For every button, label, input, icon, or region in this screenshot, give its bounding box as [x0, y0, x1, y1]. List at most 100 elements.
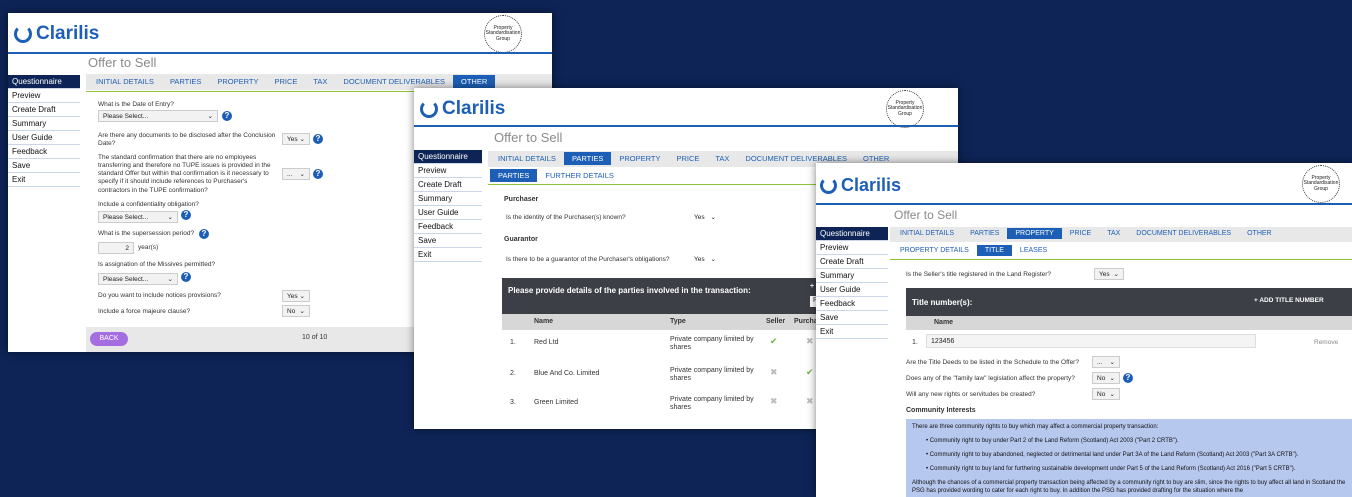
new-rights-select[interactable]: No ⌄	[1092, 388, 1120, 400]
sidebar-item-exit[interactable]: Exit	[414, 248, 482, 262]
cross-icon: ✖	[806, 396, 814, 406]
tab-price[interactable]: PRICE	[1062, 228, 1099, 239]
tab-other[interactable]: OTHER	[452, 75, 496, 88]
title-deeds-select[interactable]: ... ⌄	[1092, 356, 1120, 368]
chevron-down-icon: ⌄	[1109, 391, 1115, 398]
sidebar-item-questionnaire[interactable]: Questionnaire	[414, 150, 482, 164]
sidebar-item-create-draft[interactable]: Create Draft	[816, 255, 888, 269]
sidebar-item-exit[interactable]: Exit	[816, 325, 888, 339]
sidebar-item-questionnaire[interactable]: Questionnaire	[8, 75, 80, 89]
subtab-title[interactable]: TITLE	[976, 245, 1012, 256]
tab-parties[interactable]: PARTIES	[962, 228, 1007, 239]
tab-property[interactable]: PROPERTY	[1007, 228, 1062, 239]
select-value: Please Select...	[103, 275, 149, 283]
check-icon: ✔	[770, 336, 778, 346]
ci-bullet: • Community right to buy abandoned, negl…	[926, 452, 1299, 459]
subtab-underline	[890, 259, 1352, 260]
question-force-majeure: Include a force majeure clause?	[98, 308, 191, 315]
tab-initial-details[interactable]: INITIAL DETAILS	[88, 75, 162, 88]
help-icon[interactable]: ?	[313, 134, 323, 144]
select-value: Yes	[287, 135, 298, 143]
add-title-number-button[interactable]: + ADD TITLE NUMBER	[1254, 297, 1324, 305]
tab-document-deliverables[interactable]: DOCUMENT DELIVERABLES	[1128, 228, 1239, 239]
tab-price[interactable]: PRICE	[668, 152, 707, 165]
sidebar-item-user-guide[interactable]: User Guide	[816, 283, 888, 297]
documents-disclosed-select[interactable]: Yes ⌄	[282, 133, 310, 145]
force-majeure-select[interactable]: No ⌄	[282, 305, 310, 317]
tab-property[interactable]: PROPERTY	[209, 75, 266, 88]
sidebar-item-user-guide[interactable]: User Guide	[8, 131, 80, 145]
tab-initial-details[interactable]: INITIAL DETAILS	[892, 228, 962, 239]
sidebar-item-save[interactable]: Save	[8, 159, 80, 173]
sidebar-item-preview[interactable]: Preview	[816, 241, 888, 255]
help-icon[interactable]: ?	[313, 169, 323, 179]
remove-link[interactable]: Remove	[1314, 339, 1338, 347]
tab-property[interactable]: PROPERTY	[611, 152, 668, 165]
sidebar-item-save[interactable]: Save	[816, 311, 888, 325]
subtab-parties[interactable]: PARTIES	[490, 169, 538, 182]
guarantor-select[interactable]: Yes ⌄	[690, 253, 720, 265]
sidebar: Questionnaire Preview Create Draft Summa…	[8, 75, 80, 187]
land-register-select[interactable]: Yes ⌄	[1094, 268, 1124, 280]
tab-other[interactable]: OTHER	[1239, 228, 1280, 239]
help-icon[interactable]: ?	[222, 111, 232, 121]
sidebar-item-questionnaire[interactable]: Questionnaire	[816, 227, 888, 241]
psg-text: Property Standardisation Group	[485, 24, 521, 42]
title-number-input[interactable]: 123456	[926, 334, 1256, 348]
tab-tax[interactable]: TAX	[707, 152, 737, 165]
sidebar-item-summary[interactable]: Summary	[8, 117, 80, 131]
select-value: Yes	[694, 255, 705, 263]
tab-parties[interactable]: PARTIES	[563, 152, 612, 165]
back-button[interactable]: BACK	[90, 332, 128, 346]
clarilis-logo-icon	[420, 100, 438, 118]
header-divider	[816, 203, 1352, 205]
date-of-entry-select[interactable]: Please Select... ⌄	[98, 110, 218, 122]
community-interests-info: There are three community rights to buy …	[906, 419, 1352, 497]
question-land-register: Is the Seller's title registered in the …	[906, 271, 1052, 278]
sidebar-item-create-draft[interactable]: Create Draft	[8, 103, 80, 117]
psg-text: Property Standardisation Group	[887, 99, 923, 117]
sidebar-item-exit[interactable]: Exit	[8, 173, 80, 187]
sidebar-item-save[interactable]: Save	[414, 234, 482, 248]
chevron-down-icon: ⌄	[1109, 375, 1115, 382]
tab-parties[interactable]: PARTIES	[162, 75, 209, 88]
chevron-down-icon: ⌄	[710, 256, 716, 263]
sidebar-item-summary[interactable]: Summary	[414, 192, 482, 206]
ci-bullet-text: Community right to buy abandoned, neglec…	[929, 452, 1299, 459]
sidebar-item-create-draft[interactable]: Create Draft	[414, 178, 482, 192]
assignation-select[interactable]: Please Select... ⌄	[98, 273, 178, 285]
question-assignation: Is assignation of the Missives permitted…	[98, 261, 216, 268]
subtab-property-details[interactable]: PROPERTY DETAILS	[892, 245, 977, 256]
subtab-further-details[interactable]: FURTHER DETAILS	[537, 169, 621, 182]
sidebar-item-feedback[interactable]: Feedback	[816, 297, 888, 311]
help-icon[interactable]: ?	[199, 229, 209, 239]
cross-icon: ✖	[770, 396, 778, 406]
notices-select[interactable]: Yes ⌄	[282, 290, 310, 302]
help-icon[interactable]: ?	[181, 210, 191, 220]
tab-price[interactable]: PRICE	[266, 75, 305, 88]
subtab-leases[interactable]: LEASES	[1012, 245, 1055, 256]
select-value: ...	[287, 170, 293, 178]
sidebar-item-summary[interactable]: Summary	[816, 269, 888, 283]
purchaser-known-select[interactable]: Yes ⌄	[690, 211, 720, 223]
tab-initial-details[interactable]: INITIAL DETAILS	[490, 152, 564, 165]
select-value: No	[287, 307, 296, 315]
supersession-input[interactable]: 2	[98, 242, 134, 254]
help-icon[interactable]: ?	[181, 272, 191, 282]
family-law-select[interactable]: No ⌄	[1092, 372, 1120, 384]
sidebar-item-feedback[interactable]: Feedback	[414, 220, 482, 234]
sidebar-item-preview[interactable]: Preview	[8, 89, 80, 103]
help-icon[interactable]: ?	[1123, 373, 1133, 383]
sidebar-item-user-guide[interactable]: User Guide	[414, 206, 482, 220]
sidebar-item-feedback[interactable]: Feedback	[8, 145, 80, 159]
select-value: Yes	[1099, 270, 1110, 278]
select-value: No	[1097, 374, 1106, 382]
tab-document-deliverables[interactable]: DOCUMENT DELIVERABLES	[335, 75, 453, 88]
question-documents-disclosed: Are there any documents to be disclosed …	[98, 132, 276, 148]
tab-tax[interactable]: TAX	[305, 75, 335, 88]
tab-tax[interactable]: TAX	[1099, 228, 1128, 239]
confidentiality-select[interactable]: Please Select... ⌄	[98, 211, 178, 223]
tupe-select[interactable]: ... ⌄	[282, 168, 310, 180]
guarantor-heading: Guarantor	[504, 236, 538, 243]
sidebar-item-preview[interactable]: Preview	[414, 164, 482, 178]
